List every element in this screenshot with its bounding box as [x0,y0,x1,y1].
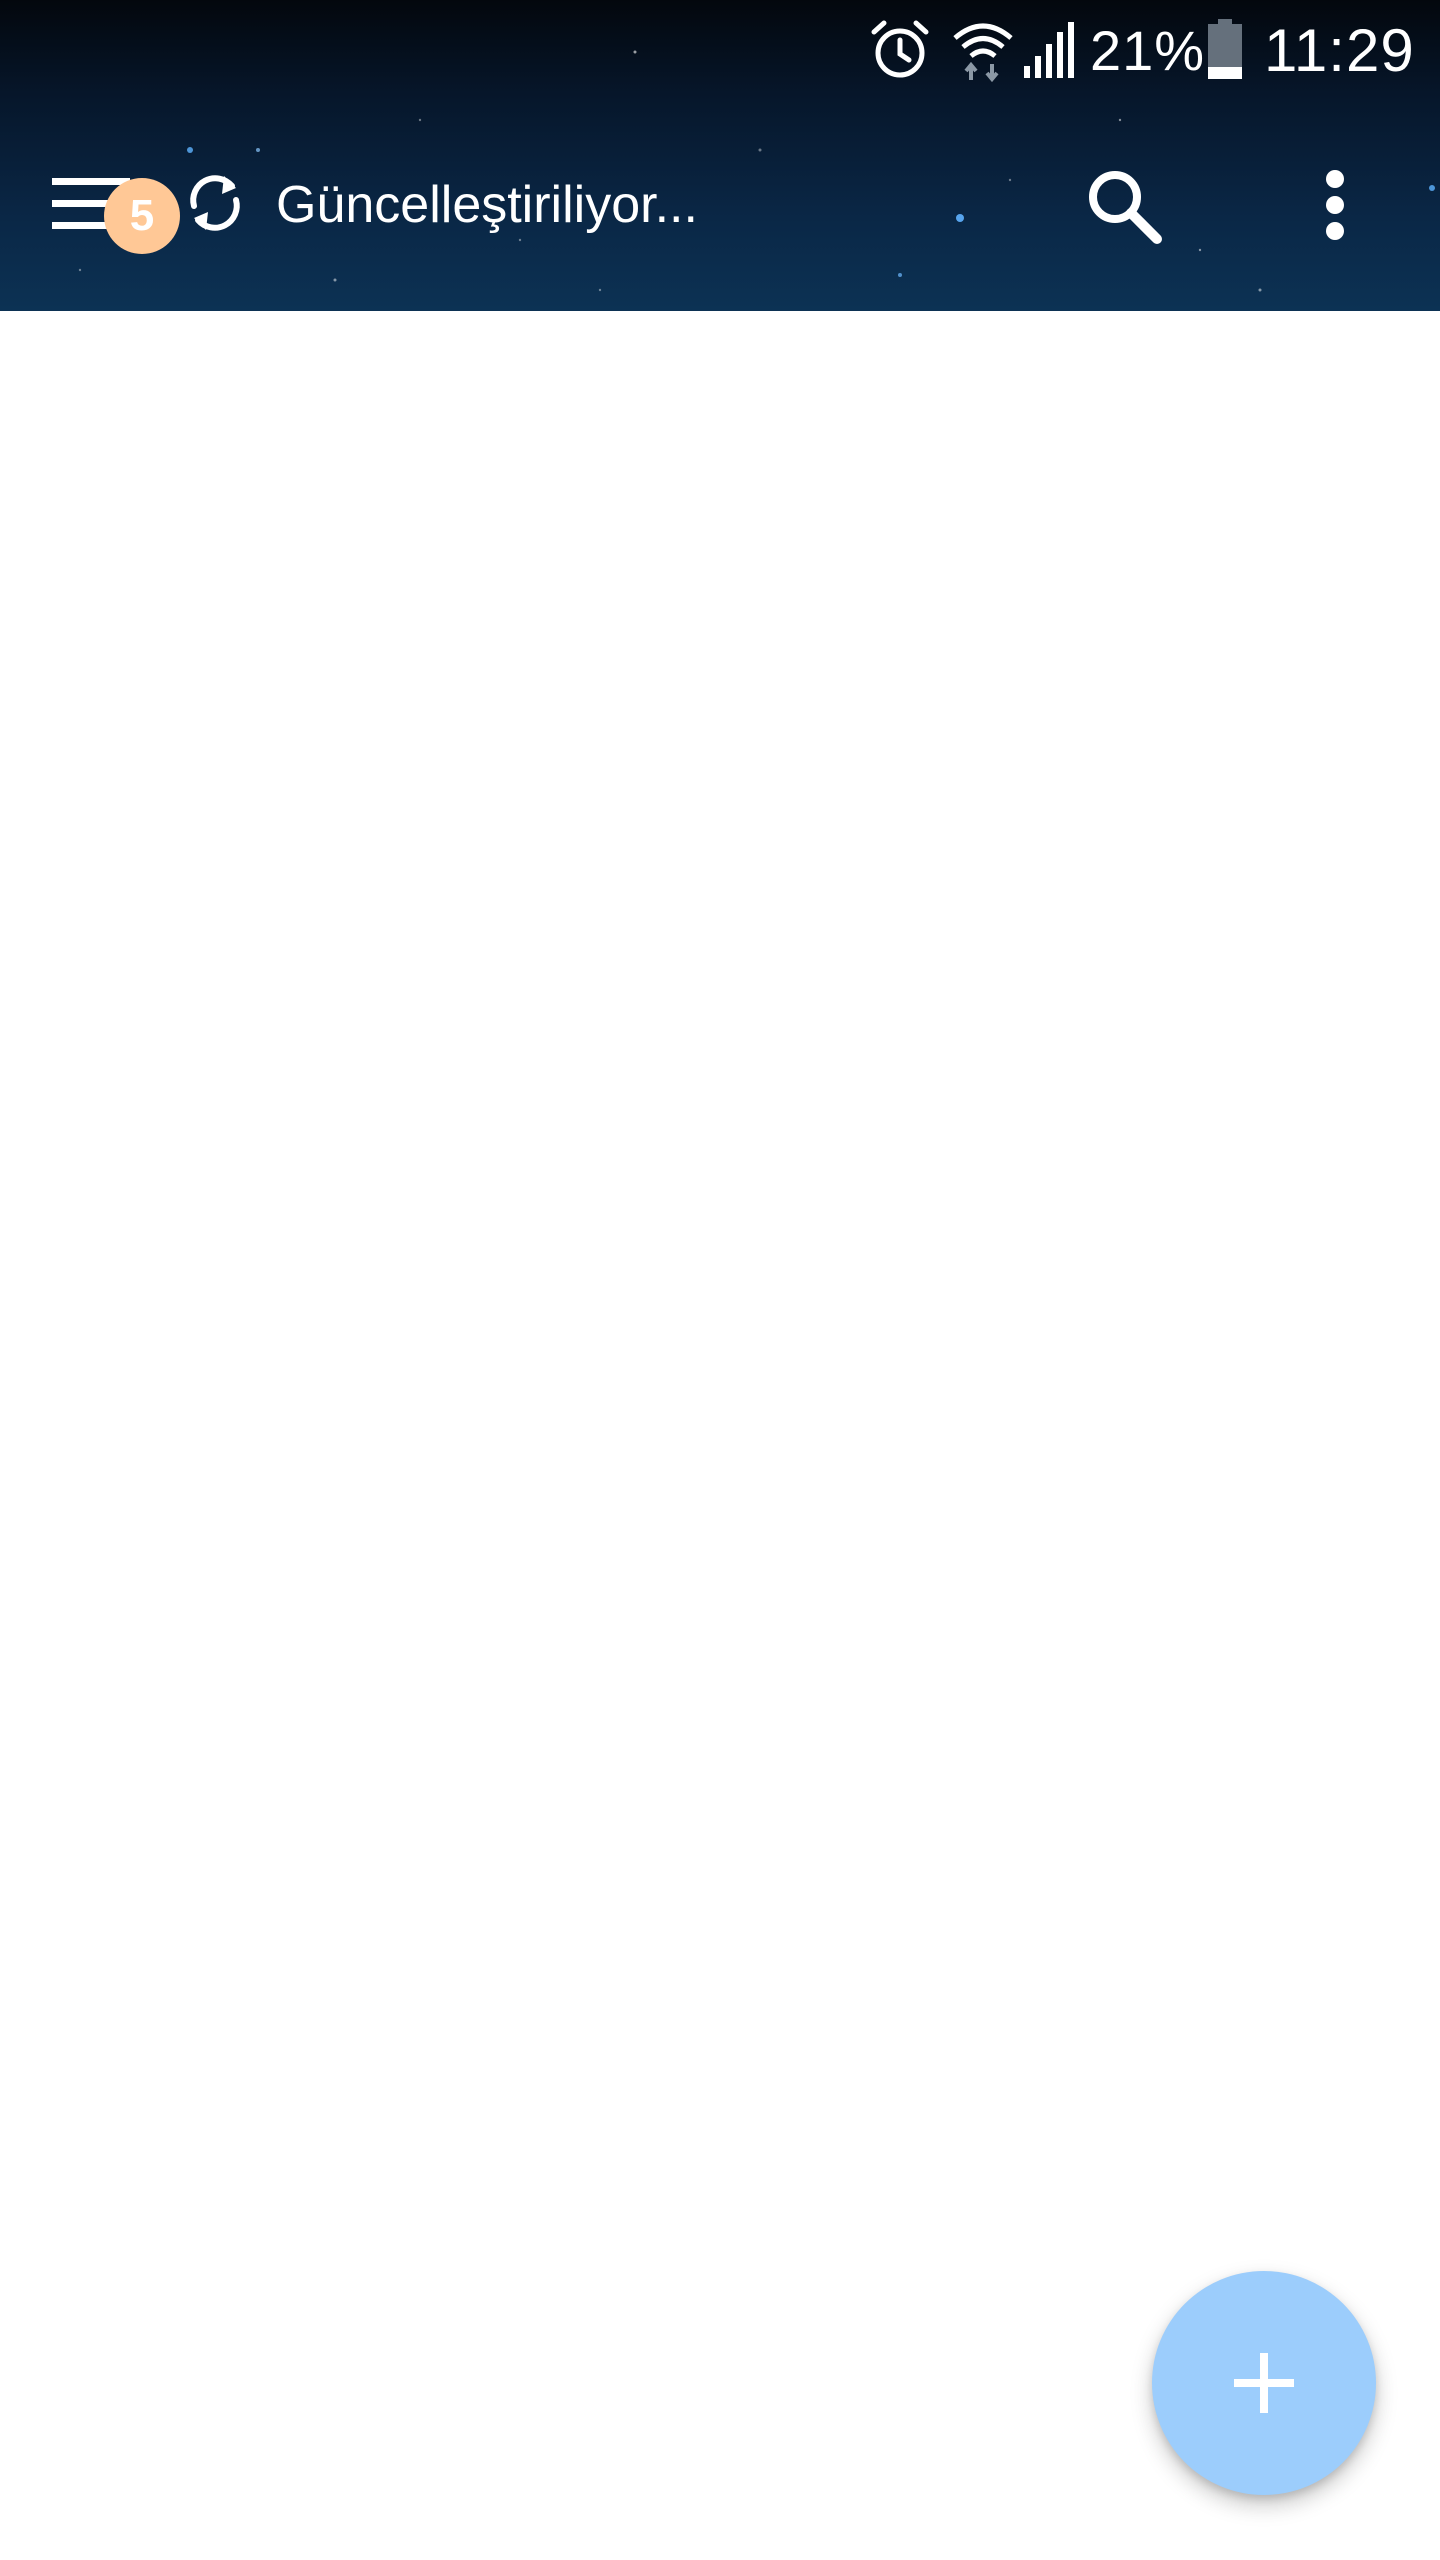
more-vert-icon [1326,170,1344,240]
search-button[interactable] [1068,150,1178,260]
plus-icon [1234,2353,1294,2413]
wifi-icon [952,0,1014,100]
toolbar: 5 Güncelleştiriliyor... [0,100,1440,311]
app-header: 21% 11:29 5 Güncelleştiriliyor... [0,0,1440,311]
status-time: 11:29 [1264,16,1415,84]
add-fab-button[interactable] [1152,2271,1376,2495]
battery-percent: 21% [1090,18,1206,82]
signal-icon [1022,0,1076,100]
overflow-menu-button[interactable] [1280,150,1390,260]
alarm-icon [868,0,932,100]
sync-icon [190,175,240,231]
notification-badge: 5 [104,178,180,254]
menu-button[interactable]: 5 [30,152,180,262]
app-screen: 21% 11:29 5 Güncelleştiriliyor... [0,0,1440,2560]
toolbar-title: Güncelleştiriliyor... [276,176,698,234]
content-area [0,311,1440,2560]
search-icon [1089,171,1162,244]
battery-icon [1206,0,1244,100]
status-bar: 21% 11:29 [0,0,1440,100]
